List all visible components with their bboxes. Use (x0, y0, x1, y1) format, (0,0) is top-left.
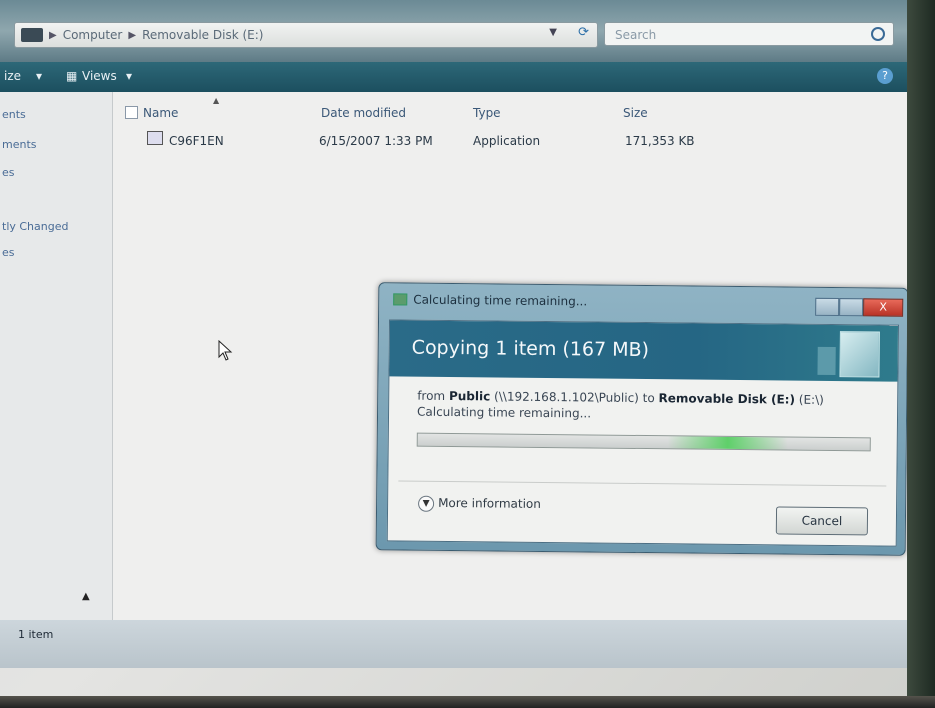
column-header-type[interactable]: Type (473, 106, 501, 120)
window-controls: X (815, 297, 904, 317)
search-placeholder: Search (615, 28, 657, 42)
nav-item[interactable]: ents (2, 108, 26, 121)
chevron-down-icon: ▾ (126, 69, 133, 83)
from-label: from (417, 388, 446, 403)
sort-ascending-icon: ▲ (213, 96, 220, 105)
file-name[interactable]: C96F1EN (169, 134, 224, 148)
chevron-down-icon[interactable]: ▼ (549, 27, 557, 38)
destination-path: (E:\) (798, 392, 824, 407)
column-header-date-modified[interactable]: Date modified (321, 106, 406, 120)
select-all-checkbox[interactable] (125, 106, 138, 119)
progress-indeterminate-glow (667, 436, 788, 450)
nav-item[interactable]: es (2, 246, 15, 259)
dialog-titlebar[interactable]: Calculating time remaining... X (379, 283, 907, 323)
breadcrumb-removable-disk[interactable]: Removable Disk (E:) (142, 28, 263, 42)
status-bar: 1 item (0, 620, 907, 668)
search-icon[interactable] (871, 27, 885, 41)
chevron-right-icon: ▶ (49, 29, 57, 41)
dialog-body: Copying 1 item (167 MB) from Public (\\1… (386, 319, 900, 547)
maximize-button[interactable] (839, 298, 864, 317)
column-header-name[interactable]: Name (143, 106, 178, 120)
divider (398, 480, 887, 487)
more-information-toggle[interactable]: More information (438, 496, 541, 511)
to-label: to (642, 391, 655, 406)
search-input[interactable]: Search (604, 22, 894, 46)
chevron-right-icon: ▶ (128, 29, 137, 41)
views-button[interactable]: Views (82, 69, 117, 83)
destination-name[interactable]: Removable Disk (E:) (659, 391, 796, 406)
dialog-title: Calculating time remaining... (413, 292, 588, 309)
chevron-up-icon[interactable]: ▲ (82, 591, 90, 602)
explorer-topbar: ▶ Computer ▶ Removable Disk (E:) ▼ ⟳ Sea… (0, 0, 907, 62)
monitor-bezel (0, 696, 935, 708)
minimize-button[interactable] (815, 297, 840, 317)
file-size: 171,353 KB (625, 134, 695, 148)
application-icon (147, 131, 163, 145)
views-icon: ▦ (66, 69, 78, 83)
computer-icon (21, 28, 43, 42)
refresh-icon[interactable]: ⟳ (578, 25, 589, 40)
time-remaining-status: Calculating time remaining... (416, 404, 592, 421)
progress-bar (416, 432, 871, 452)
chevron-down-icon: ▾ (36, 69, 43, 83)
column-header-size[interactable]: Size (623, 106, 648, 120)
organize-button[interactable]: ize (4, 69, 21, 83)
address-bar[interactable]: ▶ Computer ▶ Removable Disk (E:) ▼ ⟳ (14, 22, 598, 48)
decorative-shape (817, 346, 836, 376)
screen: ▶ Computer ▶ Removable Disk (E:) ▼ ⟳ Sea… (0, 0, 935, 708)
breadcrumb-computer[interactable]: Computer (63, 28, 123, 42)
copy-progress-dialog: Calculating time remaining... X Copying … (375, 282, 909, 556)
monitor-bezel (907, 0, 935, 708)
close-button[interactable]: X (863, 298, 904, 317)
dialog-header: Copying 1 item (167 MB) (389, 320, 898, 382)
nav-item[interactable]: ments (2, 138, 37, 151)
source-path: (\\192.168.1.102\Public) (494, 389, 639, 405)
nav-item[interactable]: es (2, 166, 15, 179)
nav-item-recently-changed[interactable]: tly Changed (2, 220, 68, 233)
command-toolbar: ize ▾ ▦ Views ▾ ? (0, 62, 907, 92)
chevron-down-icon[interactable]: ▼ (418, 495, 435, 512)
copy-heading: Copying 1 item (167 MB) (411, 336, 650, 362)
file-date-modified: 6/15/2007 1:33 PM (319, 134, 433, 148)
copy-icon (393, 293, 408, 306)
navigation-pane: ents ments es tly Changed es ▲ (0, 92, 113, 620)
source-name[interactable]: Public (449, 389, 490, 403)
decorative-shape (839, 331, 880, 378)
item-count: 1 item (18, 628, 54, 641)
help-icon[interactable]: ? (877, 68, 893, 84)
cancel-button[interactable]: Cancel (775, 506, 869, 536)
file-type: Application (473, 134, 541, 148)
